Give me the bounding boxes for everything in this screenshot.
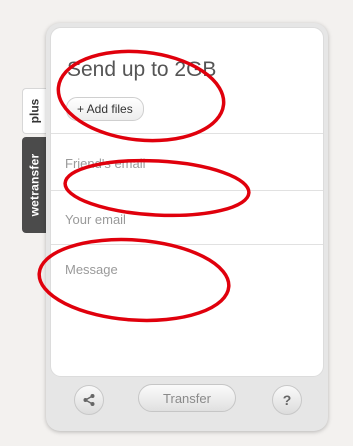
upload-form: Send up to 2GB + Add files: [50, 27, 324, 377]
share-icon: [83, 394, 95, 406]
tab-plus[interactable]: plus: [22, 88, 46, 134]
help-icon: ?: [282, 392, 292, 408]
wetransfer-widget: plus wetransfer Send up to 2GB + Add fil…: [0, 0, 353, 446]
friend-email-field[interactable]: [65, 153, 309, 173]
tab-wetransfer[interactable]: wetransfer: [22, 137, 46, 233]
your-email-field[interactable]: [65, 209, 309, 229]
add-files-button[interactable]: + Add files: [66, 97, 144, 121]
tab-plus-label: plus: [27, 98, 42, 124]
divider: [51, 133, 323, 134]
share-button[interactable]: [74, 385, 104, 415]
form-title: Send up to 2GB: [67, 58, 217, 81]
divider: [51, 244, 323, 245]
transfer-button[interactable]: Transfer: [138, 384, 236, 412]
upload-card: Send up to 2GB + Add files Transfer ?: [46, 23, 328, 431]
divider: [51, 190, 323, 191]
message-field[interactable]: [65, 262, 309, 342]
tab-wetransfer-label: wetransfer: [27, 153, 42, 217]
help-button[interactable]: ?: [272, 385, 302, 415]
